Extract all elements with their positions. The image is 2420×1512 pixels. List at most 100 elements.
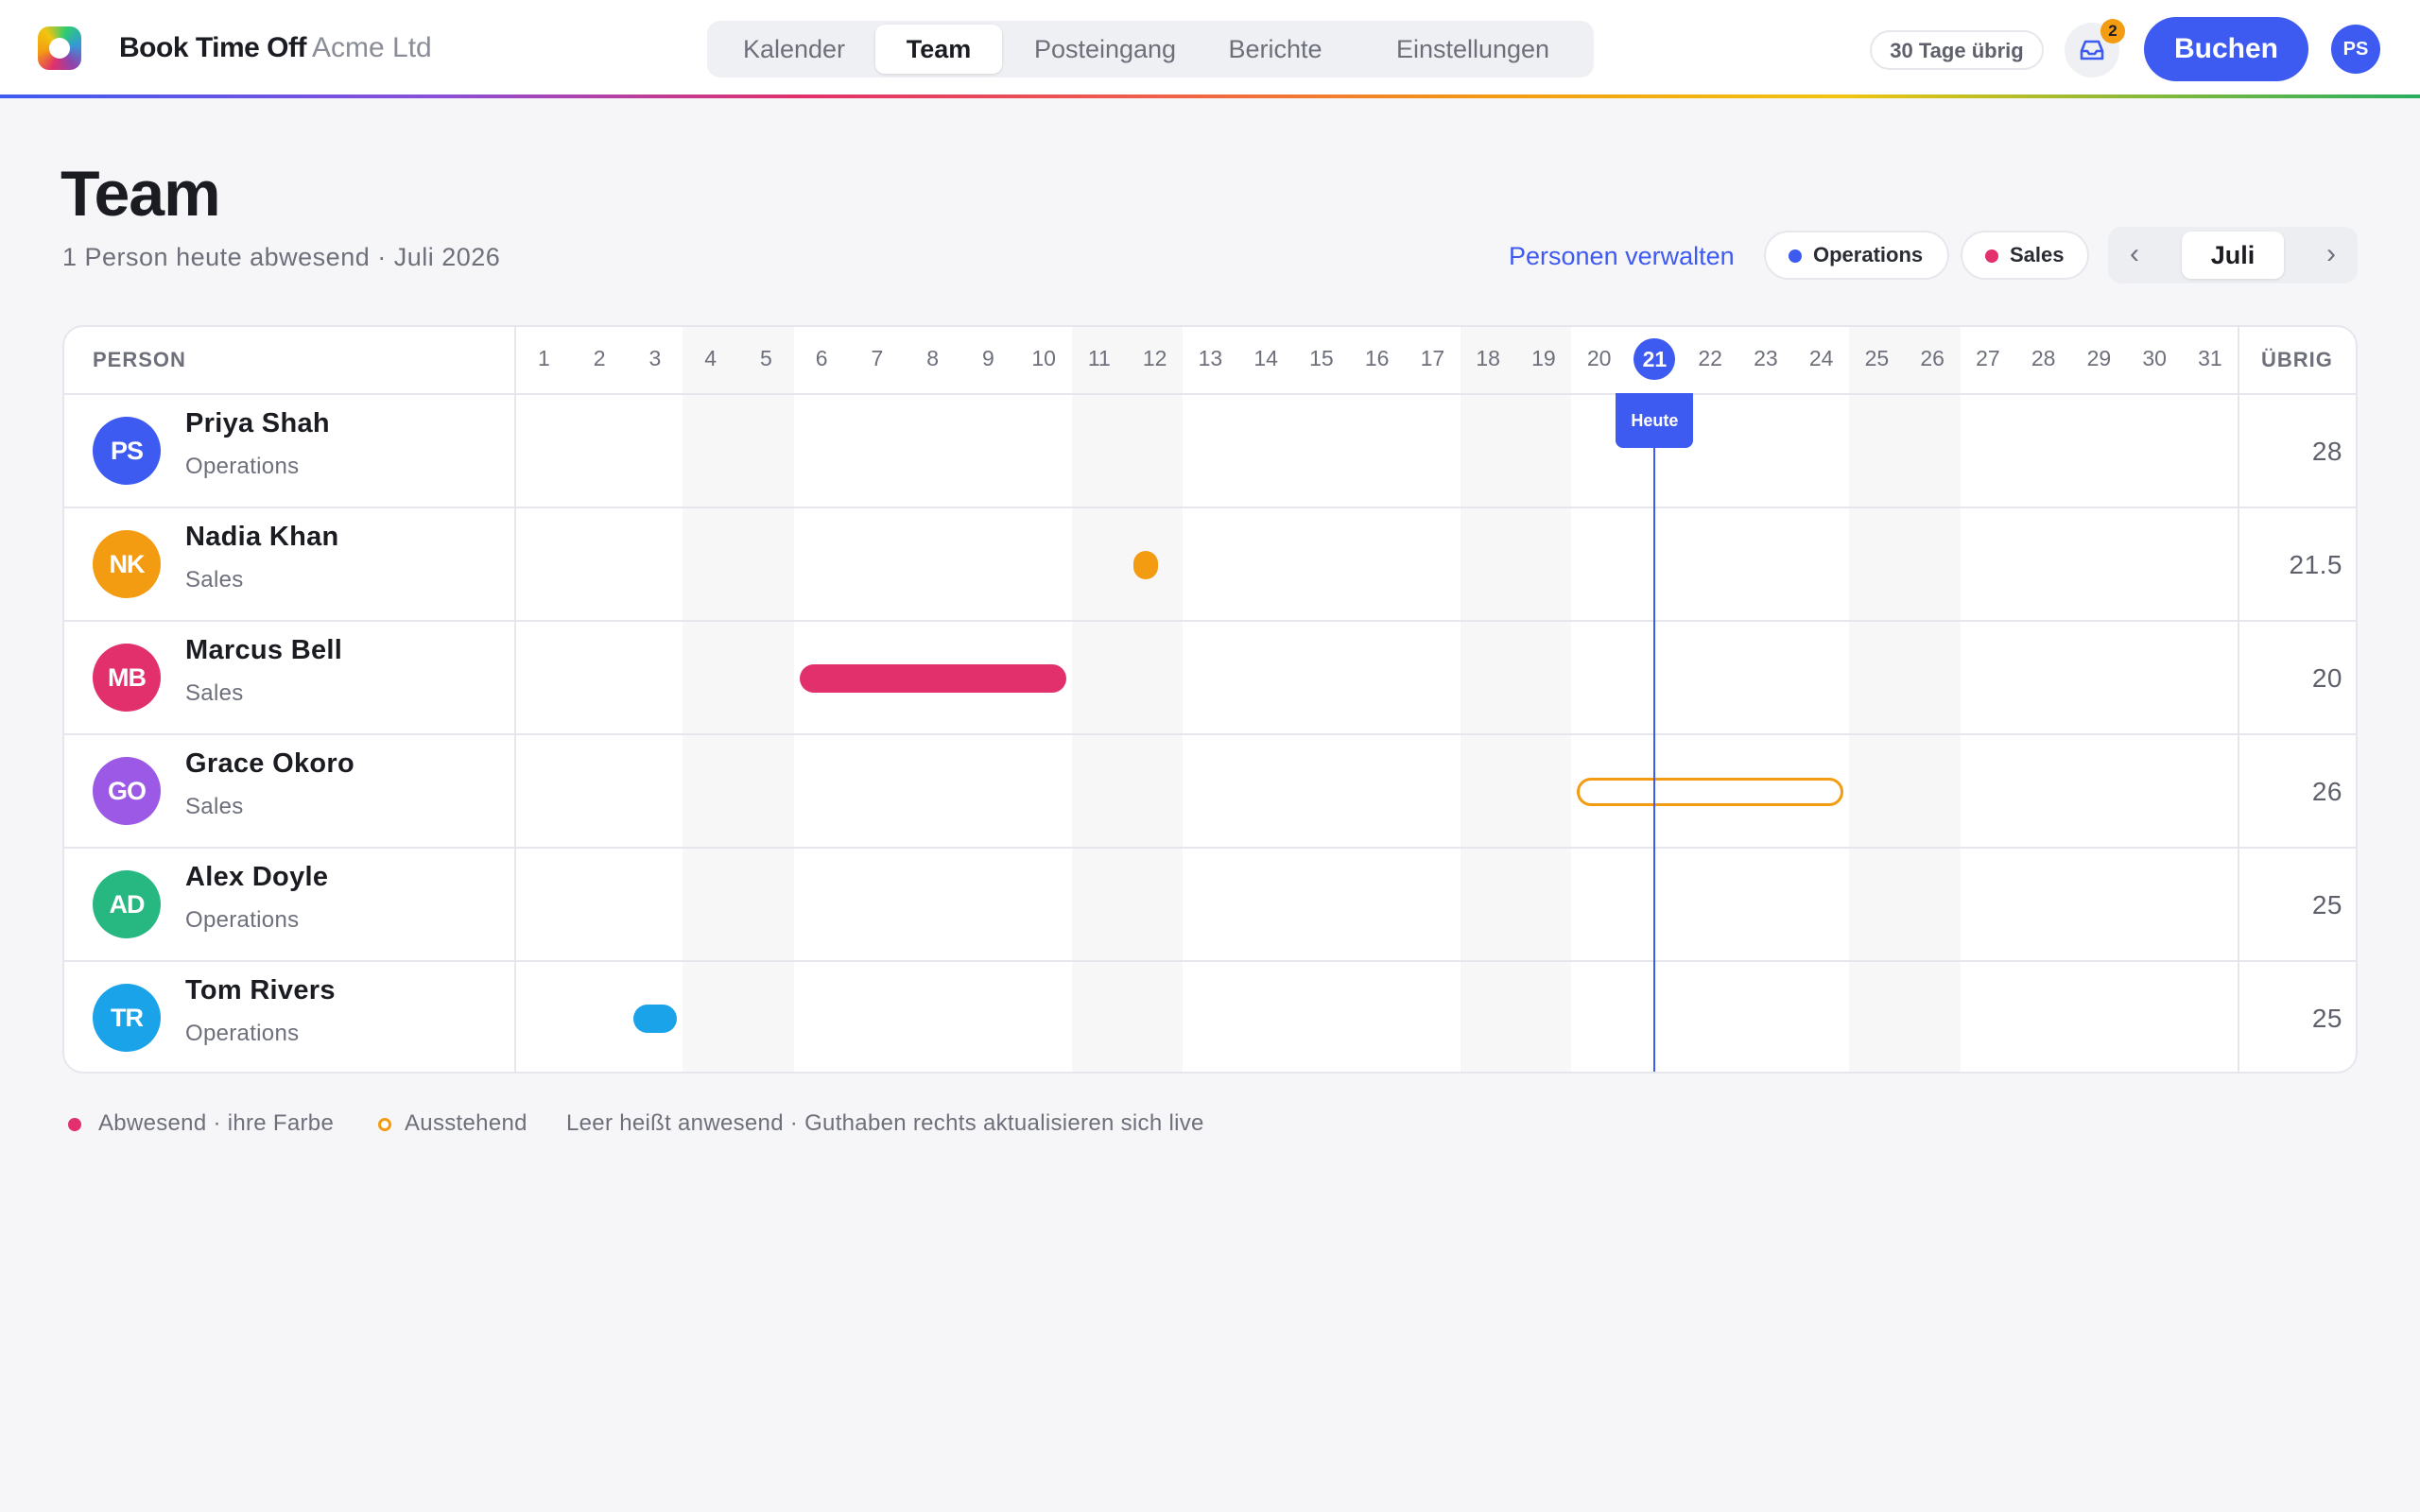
avatar: GO <box>93 757 161 825</box>
prev-month-button[interactable]: ‹ <box>2108 227 2161 284</box>
page-title: Team <box>60 158 221 230</box>
day-header[interactable]: 29 <box>2080 346 2118 371</box>
day-header[interactable]: 3 <box>636 346 674 371</box>
day-header[interactable]: 27 <box>1969 346 2007 371</box>
row-divider <box>64 960 2356 962</box>
day-header[interactable]: 30 <box>2135 346 2173 371</box>
day-header[interactable]: 5 <box>747 346 785 371</box>
tab-team[interactable]: Team <box>875 25 1002 74</box>
person-name[interactable]: Nadia Khan <box>185 522 339 553</box>
current-month[interactable]: Juli <box>2182 232 2284 279</box>
row-divider <box>64 507 2356 508</box>
filter-chip-sales[interactable]: Sales <box>1961 231 2089 280</box>
day-header[interactable]: 12 <box>1136 346 1174 371</box>
person-name[interactable]: Priya Shah <box>185 408 330 439</box>
day-header[interactable]: 11 <box>1080 346 1118 371</box>
absent-dot-icon <box>68 1118 81 1131</box>
tab-posteingang[interactable]: Posteingang <box>1015 25 1195 74</box>
person-team: Sales <box>185 680 244 706</box>
remaining-balance: 25 <box>2311 890 2342 919</box>
tab-einstellungen[interactable]: Einstellungen <box>1359 25 1586 74</box>
inbox-icon <box>2080 40 2104 60</box>
day-header[interactable]: 14 <box>1247 346 1285 371</box>
remaining-balance: 25 <box>2311 1004 2342 1033</box>
tab-kalender[interactable]: Kalender <box>711 25 877 74</box>
avatar: NK <box>93 530 161 598</box>
chevron-right-icon: › <box>2326 238 2336 269</box>
days-remaining-badge: 30 Tage übrig <box>1870 30 2044 70</box>
person-team: Sales <box>185 567 244 593</box>
page-subtitle: 1 Person heute abwesend · Juli 2026 <box>62 243 501 271</box>
manage-people-link[interactable]: Personen verwalten <box>1509 242 1735 271</box>
day-header[interactable]: 24 <box>1803 346 1841 371</box>
day-header[interactable]: 18 <box>1469 346 1507 371</box>
company-name: Acme Ltd <box>312 32 432 63</box>
day-header[interactable]: 1 <box>525 346 562 371</box>
column-header-remaining: ÜBRIG <box>2261 348 2333 371</box>
person-name[interactable]: Alex Doyle <box>185 862 328 893</box>
legend-note: Leer heißt anwesend · Guthaben rechts ak… <box>566 1110 1204 1136</box>
person-team: Operations <box>185 454 300 479</box>
day-header[interactable]: 17 <box>1413 346 1451 371</box>
person-team: Operations <box>185 907 300 933</box>
day-header[interactable]: 15 <box>1303 346 1340 371</box>
person-team: Operations <box>185 1021 300 1046</box>
day-header[interactable]: 16 <box>1358 346 1396 371</box>
avatar: TR <box>93 984 161 1052</box>
day-header[interactable]: 31 <box>2191 346 2229 371</box>
day-header[interactable]: 7 <box>858 346 896 371</box>
day-header[interactable]: 8 <box>914 346 952 371</box>
next-month-button[interactable]: › <box>2305 227 2358 284</box>
person-name[interactable]: Marcus Bell <box>185 635 342 666</box>
today-label: Heute <box>1616 393 1694 448</box>
column-header-person: PERSON <box>93 348 186 371</box>
absence-bar[interactable] <box>1132 551 1158 579</box>
absence-bar[interactable] <box>799 664 1066 693</box>
person-name[interactable]: Tom Rivers <box>185 975 336 1006</box>
remaining-balance: 21.5 <box>2289 550 2342 579</box>
day-header[interactable]: 19 <box>1525 346 1563 371</box>
day-header[interactable]: 26 <box>1913 346 1951 371</box>
person-team: Sales <box>185 794 244 819</box>
avatar: PS <box>93 417 161 485</box>
day-header[interactable]: 25 <box>1858 346 1895 371</box>
legend-pending: Ausstehend <box>405 1110 527 1136</box>
app-logo[interactable] <box>38 26 81 70</box>
row-divider <box>64 620 2356 622</box>
remaining-balance: 26 <box>2311 777 2342 806</box>
row-divider <box>64 733 2356 735</box>
absence-bar-pending[interactable] <box>1577 778 1843 806</box>
day-header[interactable]: 22 <box>1691 346 1729 371</box>
book-button[interactable]: Buchen <box>2144 17 2308 81</box>
chevron-left-icon: ‹ <box>2130 238 2139 269</box>
absence-bar[interactable] <box>632 1005 678 1033</box>
today-line <box>1653 393 1656 1072</box>
day-header[interactable]: 23 <box>1747 346 1785 371</box>
brand-name: Book Time Off <box>119 32 306 63</box>
main-nav: Kalender Team Posteingang Berichte Einst… <box>707 21 1594 77</box>
day-header[interactable]: 20 <box>1581 346 1618 371</box>
top-bar: Book Time Off Acme Ltd Kalender Team Pos… <box>0 0 2420 98</box>
pending-ring-icon <box>378 1118 391 1131</box>
dot-icon <box>1985 249 1998 263</box>
avatar: MB <box>93 644 161 712</box>
header-divider-line <box>64 393 2356 395</box>
avatar: AD <box>93 870 161 938</box>
legend-absent: Abwesend · ihre Farbe <box>98 1110 335 1136</box>
day-header[interactable]: 6 <box>803 346 840 371</box>
dot-icon <box>1789 249 1802 263</box>
day-header-today[interactable]: 21 <box>1634 338 1676 380</box>
filter-chip-operations[interactable]: Operations <box>1764 231 1949 280</box>
day-header[interactable]: 13 <box>1191 346 1229 371</box>
remaining-balance: 28 <box>2311 437 2342 466</box>
day-header[interactable]: 28 <box>2025 346 2063 371</box>
remaining-balance: 20 <box>2311 663 2342 693</box>
day-header[interactable]: 9 <box>969 346 1007 371</box>
day-header[interactable]: 2 <box>580 346 618 371</box>
user-avatar[interactable]: PS <box>2331 25 2380 74</box>
day-header[interactable]: 10 <box>1025 346 1063 371</box>
tab-berichte[interactable]: Berichte <box>1204 25 1346 74</box>
person-name[interactable]: Grace Okoro <box>185 748 354 780</box>
filter-chip-label: Sales <box>2010 243 2065 266</box>
day-header[interactable]: 4 <box>692 346 730 371</box>
